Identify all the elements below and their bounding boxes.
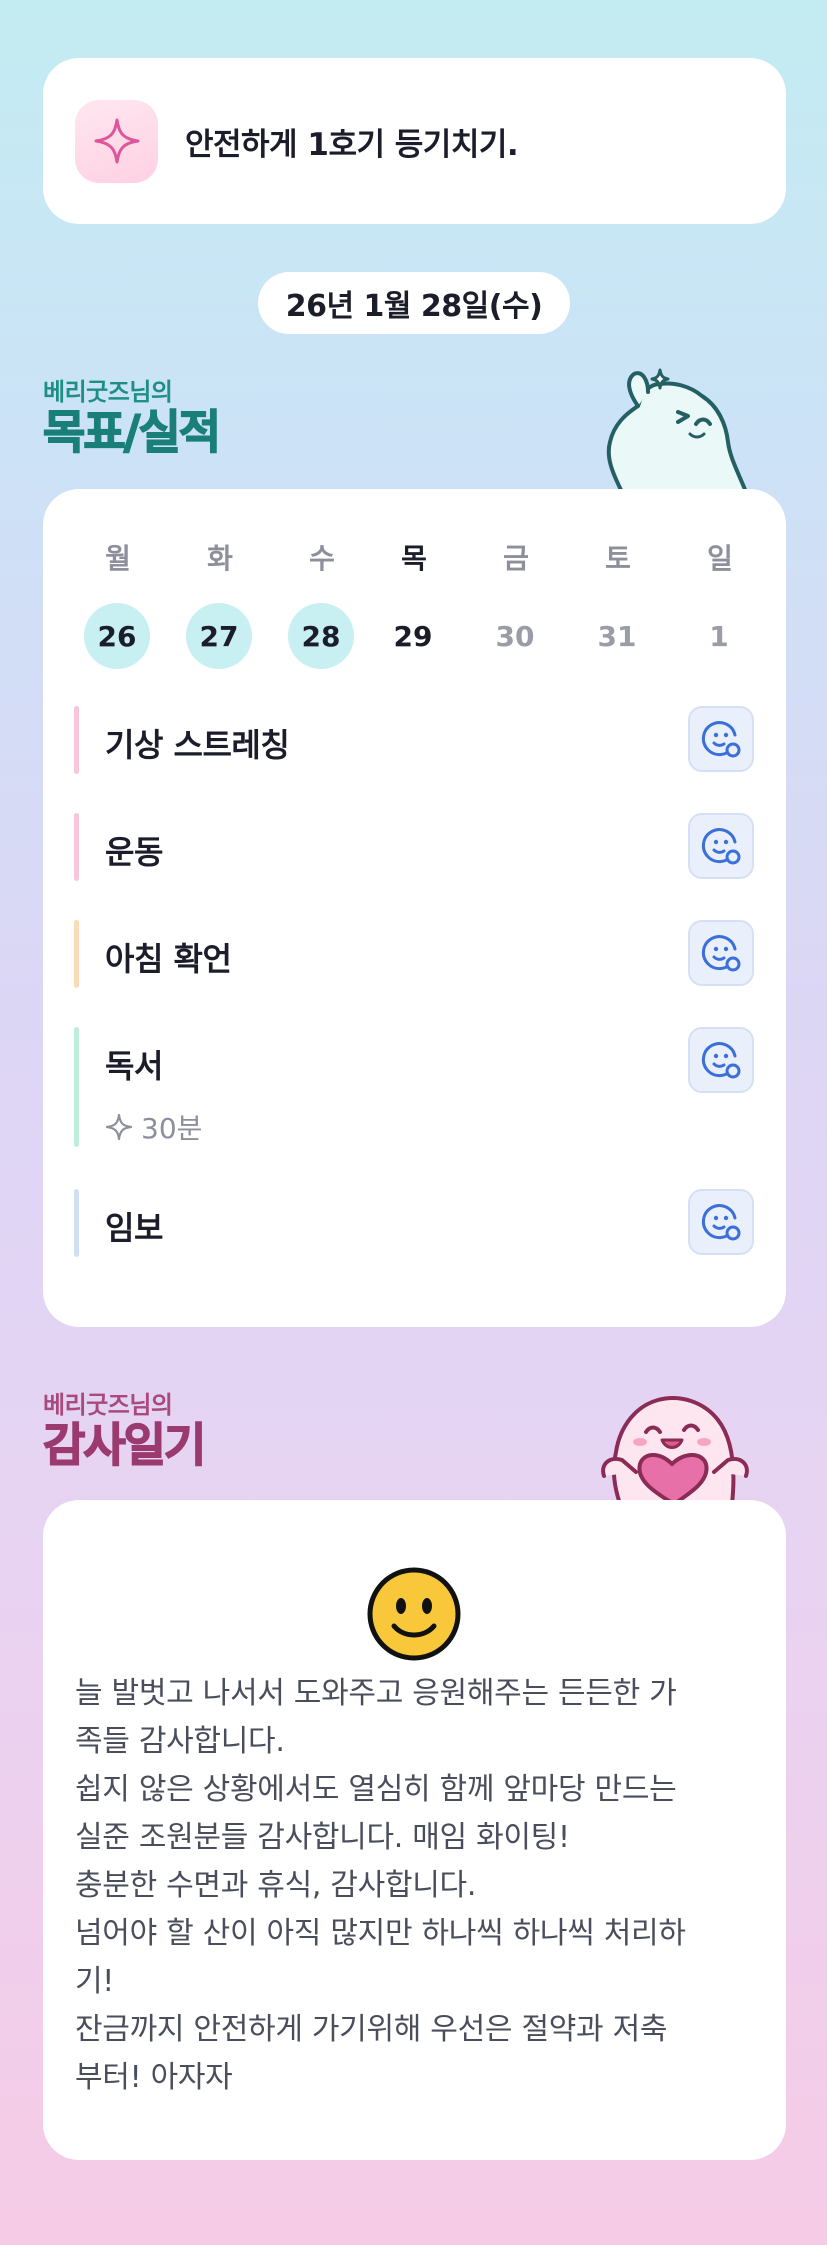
thanks-section-subtitle: 베리굿즈님의 <box>43 1391 173 1419</box>
goal-item-exercise[interactable]: 운동 <box>74 813 754 881</box>
day-date: 31 <box>597 619 637 653</box>
goal-detail-text: 30분 <box>141 1112 203 1145</box>
sparkle-icon <box>105 1113 133 1141</box>
goal-title: 운동 <box>105 833 163 871</box>
diary-line: 늘 발벗고 나서서 도와주고 응원해주는 든든한 가 <box>75 1676 677 1711</box>
main-goal-card[interactable]: 안전하게 1호기 등기치기. <box>43 58 786 224</box>
goal-check-button[interactable] <box>688 920 754 986</box>
diary-line: 쉽지 않은 상황에서도 열심히 함께 앞마당 만드는 <box>75 1772 677 1807</box>
thanks-section-header: 베리굿즈님의 감사일기 <box>42 1385 207 1472</box>
day-date: 28 <box>288 603 354 669</box>
goal-item-reading[interactable]: 독서 30분 <box>74 1027 754 1147</box>
smile-add-icon <box>701 721 741 758</box>
smile-add-icon <box>701 1204 741 1241</box>
day-tuesday[interactable]: 화 27 <box>186 539 254 669</box>
day-wednesday[interactable]: 수 28 <box>288 539 356 669</box>
day-name: 목 <box>401 542 427 575</box>
day-name: 일 <box>707 542 733 575</box>
diary-line: 넘어야 할 산이 아직 많지만 하나씩 하나씩 처리하 <box>75 1916 686 1951</box>
goal-color-bar <box>74 813 79 881</box>
smile-add-icon <box>701 935 741 972</box>
diary-line: 충분한 수면과 휴식, 감사합니다. <box>75 1868 477 1903</box>
goal-title: 임보 <box>105 1209 163 1247</box>
goals-section-title: 목표/실적 <box>42 405 222 459</box>
goal-item-stretching[interactable]: 기상 스트레칭 <box>74 706 754 774</box>
goals-section-subtitle: 베리굿즈님의 <box>43 378 173 406</box>
day-name: 수 <box>309 542 335 575</box>
smiley-icon[interactable] <box>366 1566 462 1662</box>
day-date: 27 <box>186 603 252 669</box>
goal-item-imbo[interactable]: 임보 <box>74 1189 754 1257</box>
diary-line: 부터! 아자자 <box>75 2060 233 2095</box>
goals-card: 월 26 화 27 수 28 목 29 금 30 토 31 일 1 기상 스트레… <box>43 489 786 1327</box>
day-name: 토 <box>605 542 631 575</box>
day-date: 29 <box>393 619 433 653</box>
goal-check-button[interactable] <box>688 1189 754 1255</box>
day-date: 30 <box>495 619 535 653</box>
goal-detail: 30분 <box>105 1107 202 1147</box>
goal-title: 독서 <box>105 1047 163 1085</box>
day-name: 화 <box>207 542 233 575</box>
goal-item-affirmation[interactable]: 아침 확언 <box>74 920 754 988</box>
day-sunday[interactable]: 일 1 <box>686 539 754 669</box>
smile-add-icon <box>701 828 741 865</box>
sparkle-icon <box>75 99 158 183</box>
day-name: 월 <box>105 542 131 575</box>
goal-title: 기상 스트레칭 <box>105 726 290 764</box>
goal-check-button[interactable] <box>688 706 754 772</box>
day-date: 1 <box>709 619 729 653</box>
day-thursday[interactable]: 목 29 <box>380 539 448 669</box>
goals-section-header: 베리굿즈님의 목표/실적 <box>42 372 222 459</box>
goal-title: 아침 확언 <box>105 940 232 978</box>
goal-color-bar <box>74 1189 79 1257</box>
main-goal-text: 안전하게 1호기 등기치기. <box>185 126 519 163</box>
goal-check-button[interactable] <box>688 813 754 879</box>
day-monday[interactable]: 월 26 <box>84 539 152 669</box>
day-date: 26 <box>84 603 150 669</box>
diary-line: 실준 조원분들 감사합니다. 매임 화이팅! <box>75 1820 570 1855</box>
diary-line: 족들 감사합니다. <box>75 1724 285 1759</box>
thanks-diary-text: 늘 발벗고 나서서 도와주고 응원해주는 든든한 가 족들 감사합니다. 쉽지 … <box>75 1670 765 2102</box>
diary-line: 기! <box>75 1964 115 1999</box>
thanks-section-title: 감사일기 <box>42 1418 207 1472</box>
current-date[interactable]: 26년 1월 28일(수) <box>258 272 570 334</box>
ghost-mascot-icon <box>606 368 748 492</box>
day-friday[interactable]: 금 30 <box>482 539 550 669</box>
smile-add-icon <box>701 1042 741 1079</box>
goal-color-bar <box>74 920 79 988</box>
goal-color-bar <box>74 1027 79 1147</box>
goal-color-bar <box>74 706 79 774</box>
day-name: 금 <box>503 542 529 575</box>
thanks-card: 늘 발벗고 나서서 도와주고 응원해주는 든든한 가 족들 감사합니다. 쉽지 … <box>43 1500 786 2160</box>
heart-mascot-icon <box>601 1396 749 1504</box>
day-saturday[interactable]: 토 31 <box>584 539 652 669</box>
goal-check-button[interactable] <box>688 1027 754 1093</box>
diary-line: 잔금까지 안전하게 가기위해 우선은 절약과 저축 <box>75 2012 668 2047</box>
